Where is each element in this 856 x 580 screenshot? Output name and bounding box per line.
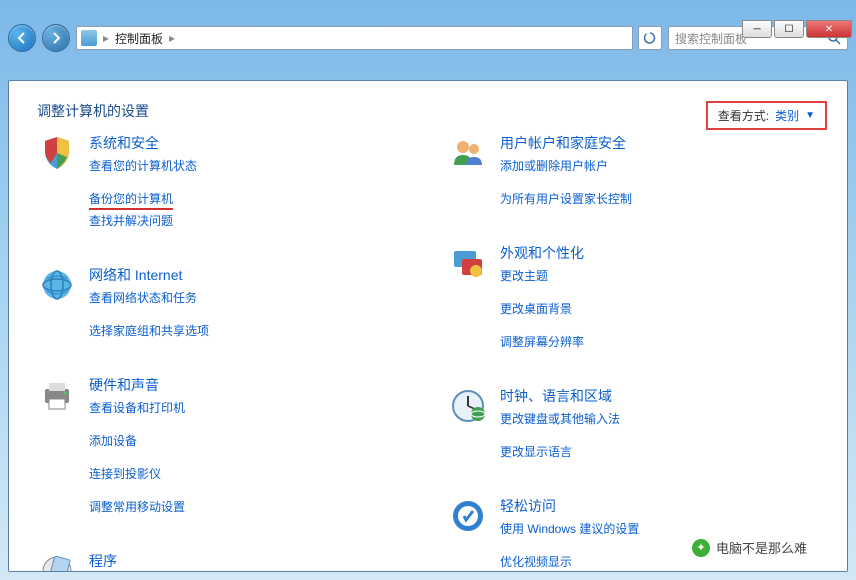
category-title[interactable]: 程序 (89, 551, 408, 571)
category-clock: 时钟、语言和区域更改键盘或其他输入法更改显示语言 (448, 386, 819, 476)
category-shield: 系统和安全查看您的计算机状态备份您的计算机查找并解决问题 (37, 133, 408, 245)
breadcrumb-separator: ▸ (103, 31, 109, 45)
category-link[interactable]: 备份您的计算机 (89, 190, 173, 210)
category-title[interactable]: 硬件和声音 (89, 375, 408, 395)
category-link[interactable]: 更改主题 (500, 267, 819, 284)
wechat-icon: ✦ (692, 539, 710, 557)
category-link[interactable]: 为所有用户设置家长控制 (500, 190, 819, 207)
category-link[interactable]: 查看网络状态和任务 (89, 289, 408, 306)
shield-icon (37, 133, 77, 173)
category-appearance: 外观和个性化更改主题更改桌面背景调整屏幕分辨率 (448, 243, 819, 366)
category-network: 网络和 Internet 查看网络状态和任务选择家庭组和共享选项 (37, 265, 408, 355)
category-printer: 硬件和声音查看设备和打印机添加设备连接到投影仪调整常用移动设置 (37, 375, 408, 531)
network-icon (37, 265, 77, 305)
breadcrumb-item[interactable]: 控制面板 (115, 30, 163, 47)
refresh-button[interactable] (638, 26, 662, 50)
category-link[interactable]: 连接到投影仪 (89, 465, 408, 482)
category-title[interactable]: 时钟、语言和区域 (500, 386, 819, 406)
watermark-text: 电脑不是那么难 (716, 538, 807, 557)
category-title[interactable]: 用户帐户和家庭安全 (500, 133, 819, 153)
category-link[interactable]: 调整常用移动设置 (89, 498, 408, 515)
page-title: 调整计算机的设置 (37, 101, 819, 121)
forward-button[interactable] (42, 24, 70, 52)
back-button[interactable] (8, 24, 36, 52)
category-link[interactable]: 查找并解决问题 (89, 212, 408, 229)
appearance-icon (448, 243, 488, 283)
clock-icon (448, 386, 488, 426)
category-title[interactable]: 系统和安全 (89, 133, 408, 153)
address-bar[interactable]: ▸ 控制面板 ▸ (76, 26, 633, 50)
ease-icon (448, 496, 488, 536)
category-users: 用户帐户和家庭安全添加或删除用户帐户为所有用户设置家长控制 (448, 133, 819, 223)
category-link[interactable]: 添加或删除用户帐户 (500, 157, 819, 174)
close-button[interactable]: ✕ (806, 20, 852, 38)
maximize-button[interactable]: ☐ (774, 20, 804, 38)
search-placeholder: 搜索控制面板 (675, 30, 747, 47)
content-area: 调整计算机的设置 查看方式: 类别 ▼ 系统和安全查看您的计算机状态备份您的计算… (8, 80, 848, 572)
category-title[interactable]: 外观和个性化 (500, 243, 819, 263)
view-mode-value: 类别 (775, 107, 799, 124)
category-link[interactable]: 添加设备 (89, 432, 408, 449)
chevron-down-icon: ▼ (805, 110, 815, 121)
category-ease: 轻松访问使用 Windows 建议的设置优化视频显示 (448, 496, 819, 572)
users-icon (448, 133, 488, 173)
window-controls: ─ ☐ ✕ (742, 20, 856, 28)
breadcrumb-separator: ▸ (169, 31, 175, 45)
category-program: 程序卸载程序 (37, 551, 408, 572)
printer-icon (37, 375, 77, 415)
navigation-bar: ▸ 控制面板 ▸ 搜索控制面板 (0, 20, 856, 56)
category-link[interactable]: 查看您的计算机状态 (89, 157, 408, 174)
category-link[interactable]: 更改显示语言 (500, 443, 819, 460)
control-panel-icon (81, 30, 97, 46)
category-link[interactable]: 更改桌面背景 (500, 300, 819, 317)
category-link[interactable]: 选择家庭组和共享选项 (89, 322, 408, 339)
program-icon (37, 551, 77, 572)
minimize-button[interactable]: ─ (742, 20, 772, 38)
category-link[interactable]: 查看设备和打印机 (89, 399, 408, 416)
category-link[interactable]: 更改键盘或其他输入法 (500, 410, 819, 427)
view-mode-label: 查看方式: (718, 107, 769, 124)
category-title[interactable]: 网络和 Internet (89, 265, 408, 285)
view-mode-selector[interactable]: 查看方式: 类别 ▼ (706, 101, 827, 130)
category-link[interactable]: 调整屏幕分辨率 (500, 333, 819, 350)
category-link[interactable]: 使用 Windows 建议的设置 (500, 520, 819, 537)
category-title[interactable]: 轻松访问 (500, 496, 819, 516)
watermark: ✦ 电脑不是那么难 (692, 538, 807, 557)
